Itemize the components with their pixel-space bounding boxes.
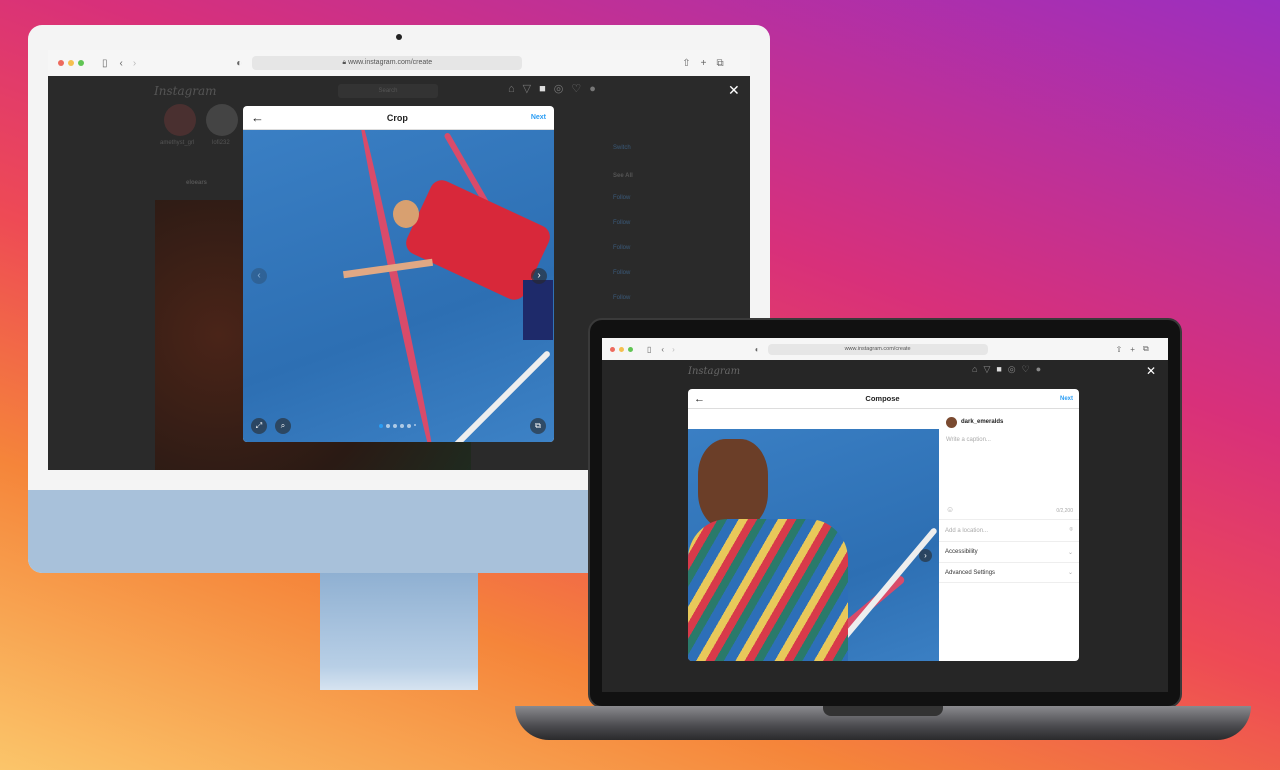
- post-username: eloears: [186, 180, 208, 186]
- tabs-icon[interactable]: ⧉: [1143, 344, 1149, 354]
- avatar[interactable]: ●: [589, 83, 604, 95]
- imac-stand: [320, 573, 478, 690]
- zoom-button[interactable]: [78, 60, 84, 66]
- home-icon[interactable]: ⌂: [972, 364, 983, 374]
- stories: amethyst_grl lofi232: [156, 100, 246, 170]
- advanced-settings-label: Advanced Settings: [945, 569, 996, 576]
- compose-photo: ›: [688, 429, 939, 661]
- username: dark_emeralds: [961, 419, 1004, 425]
- close-modal-button[interactable]: ✕: [1146, 364, 1156, 378]
- chevron-down-icon: ⌄: [1067, 570, 1073, 576]
- character-count: 0/2,200: [1056, 508, 1073, 514]
- chevron-down-icon: ⌄: [1067, 549, 1073, 556]
- address-bar[interactable]: 🔒︎ www.instagram.com/create: [252, 56, 523, 70]
- compose-modal: ← Compose Next › dark_emeralds Write a c…: [688, 389, 1079, 661]
- back-icon[interactable]: ‹: [661, 345, 664, 354]
- macbook-screen: ▯ ‹ › ◐ www.instagram.com/create ⇧ + ⧉ I…: [602, 338, 1168, 692]
- advanced-settings-section[interactable]: Advanced Settings ⌄: [939, 562, 1079, 583]
- compose-panel: dark_emeralds Write a caption... ☺ 0/2,2…: [939, 409, 1079, 661]
- new-tab-icon[interactable]: +: [701, 58, 707, 69]
- instagram-logo: Instagram: [688, 366, 741, 377]
- tabs-icon[interactable]: ⧉: [716, 58, 723, 69]
- share-icon[interactable]: ⇧: [682, 58, 690, 69]
- story-label: amethyst_grl: [160, 140, 195, 146]
- follow-button[interactable]: Follow: [613, 220, 630, 226]
- address-bar[interactable]: www.instagram.com/create: [767, 343, 988, 355]
- caption-input[interactable]: Write a caption...: [946, 437, 991, 443]
- back-button[interactable]: ←: [251, 110, 264, 125]
- zoom-icon[interactable]: ⌕: [275, 418, 291, 434]
- person: [698, 439, 768, 529]
- follow-button[interactable]: Follow: [613, 245, 630, 251]
- macbook-base: [515, 706, 1251, 740]
- instagram-logo: Instagram: [154, 84, 217, 98]
- follow-button[interactable]: Follow: [613, 295, 630, 301]
- back-button[interactable]: ←: [694, 393, 705, 405]
- crop-photo: ‹ › ⤢ ⌕ ⧉: [243, 130, 554, 442]
- nav-icons: ⌂▽■◎♡●: [508, 82, 604, 95]
- pagination-dots: [379, 424, 416, 428]
- accessibility-section[interactable]: Accessibility ⌄: [939, 541, 1079, 562]
- back-icon[interactable]: ‹: [120, 58, 123, 69]
- emoji-icon[interactable]: ☺: [946, 505, 954, 514]
- user-avatar: [946, 417, 957, 428]
- modal-title: Compose: [865, 394, 900, 403]
- see-all-link[interactable]: See All: [613, 173, 633, 179]
- location-input[interactable]: Add a location... ⌾: [939, 519, 1079, 541]
- modal-title: Crop: [386, 112, 408, 123]
- explore-icon[interactable]: ◎: [554, 83, 572, 95]
- share-icon[interactable]: ⇧: [1116, 345, 1123, 354]
- nav-icons: ⌂▽■◎♡●: [972, 364, 1047, 375]
- new-post-icon[interactable]: ■: [539, 83, 554, 95]
- next-button[interactable]: Next: [1060, 396, 1073, 402]
- close-modal-button[interactable]: ✕: [728, 82, 740, 99]
- switch-link[interactable]: Switch: [613, 145, 631, 151]
- minimize-button[interactable]: [68, 60, 74, 66]
- next-photo-button[interactable]: ›: [919, 549, 932, 562]
- modal-header: ← Compose Next: [688, 389, 1079, 409]
- explore-icon[interactable]: ◎: [1008, 364, 1022, 374]
- avatar[interactable]: ●: [1036, 364, 1047, 374]
- macbook: ▯ ‹ › ◐ www.instagram.com/create ⇧ + ⧉ I…: [588, 318, 1182, 708]
- next-button[interactable]: Next: [531, 114, 546, 121]
- shield-icon: ◐: [754, 344, 760, 354]
- new-tab-icon[interactable]: +: [1130, 345, 1135, 354]
- follow-button[interactable]: Follow: [613, 195, 630, 201]
- aspect-ratio-icon[interactable]: ⤢: [251, 418, 267, 434]
- previous-photo-button[interactable]: ‹: [251, 268, 267, 284]
- story-avatar[interactable]: [206, 104, 238, 136]
- zoom-button[interactable]: [628, 346, 633, 352]
- home-icon[interactable]: ⌂: [508, 83, 523, 95]
- heart-icon[interactable]: ♡: [571, 83, 589, 95]
- heart-icon[interactable]: ♡: [1022, 364, 1036, 374]
- url-text: www.instagram.com/create: [348, 59, 433, 66]
- forward-icon[interactable]: ›: [133, 58, 136, 69]
- follow-button[interactable]: Follow: [613, 270, 630, 276]
- accessibility-label: Accessibility: [945, 549, 978, 555]
- location-pin-icon: ⌾: [1069, 527, 1073, 533]
- multiple-photos-icon[interactable]: ⧉: [530, 418, 546, 434]
- close-window-button[interactable]: [610, 346, 615, 352]
- browser-toolbar: ▯ ‹ › ◐ 🔒︎ www.instagram.com/create ⇧ + …: [48, 50, 750, 76]
- next-photo-button[interactable]: ›: [531, 268, 547, 284]
- direct-icon[interactable]: ▽: [523, 83, 539, 95]
- story-label: lofi232: [212, 140, 230, 146]
- direct-icon[interactable]: ▽: [983, 364, 996, 374]
- sidebar-icon[interactable]: ▯: [647, 345, 651, 354]
- camera: [396, 34, 402, 40]
- close-window-button[interactable]: [58, 60, 64, 66]
- url-text: www.instagram.com/create: [844, 345, 911, 352]
- browser-toolbar: ▯ ‹ › ◐ www.instagram.com/create ⇧ + ⧉: [602, 338, 1168, 360]
- location-placeholder: Add a location...: [945, 527, 989, 534]
- trackpad-notch: [823, 706, 943, 716]
- forward-icon[interactable]: ›: [672, 345, 675, 354]
- minimize-button[interactable]: [619, 346, 624, 352]
- crop-modal: ← Crop Next ‹ › ⤢ ⌕ ⧉: [243, 106, 554, 442]
- shield-icon: ◐: [236, 57, 243, 69]
- sidebar-icon[interactable]: ▯: [102, 58, 108, 69]
- search-input[interactable]: Search: [338, 84, 438, 98]
- modal-header: ← Crop Next: [243, 106, 554, 130]
- story-avatar[interactable]: [164, 104, 196, 136]
- new-post-icon[interactable]: ■: [996, 364, 1007, 374]
